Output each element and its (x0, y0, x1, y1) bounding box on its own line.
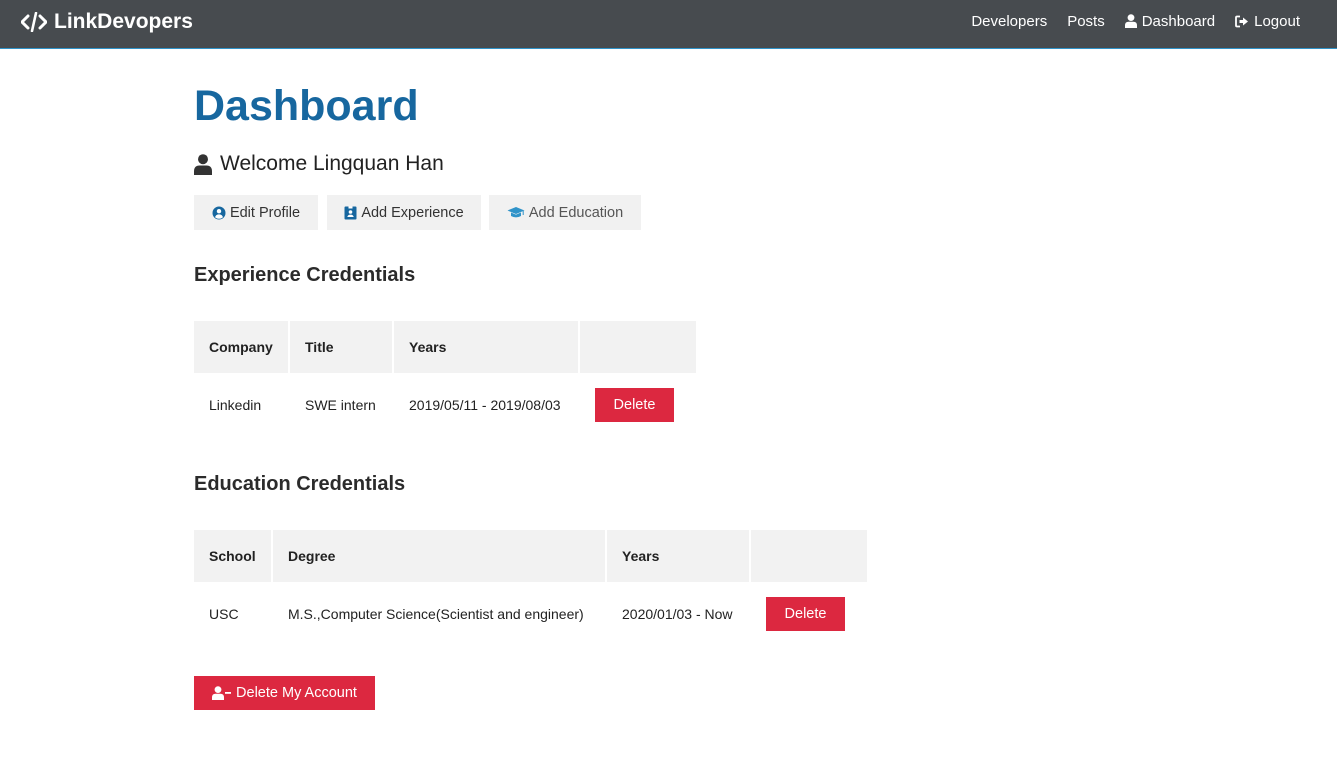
welcome-text: Welcome Lingquan Han (220, 152, 444, 175)
nav-posts[interactable]: Posts (1067, 13, 1105, 30)
user-circle-icon (212, 206, 226, 220)
edit-profile-button[interactable]: Edit Profile (194, 195, 318, 230)
add-education-label: Add Education (528, 204, 624, 221)
experience-company: Linkedin (209, 397, 262, 413)
delete-experience-button[interactable]: Delete (595, 388, 674, 422)
nav-logout[interactable]: Logout (1235, 13, 1300, 30)
column-header-title: Title (290, 321, 394, 373)
delete-account-label: Delete My Account (236, 685, 357, 701)
education-actions-cell: Delete (751, 582, 867, 646)
table-row: USC M.S.,Computer Science(Scientist and … (194, 582, 867, 646)
nav-posts-label: Posts (1067, 12, 1105, 30)
education-degree: M.S.,Computer Science(Scientist and engi… (288, 606, 584, 622)
id-badge-icon (344, 206, 357, 220)
brand-text: LinkDevopers (54, 10, 193, 33)
education-school: USC (209, 606, 239, 622)
edit-profile-label: Edit Profile (229, 204, 301, 221)
page-title: Dashboard (194, 82, 419, 130)
experience-table: Company Title Years Linkedin SWE intern … (194, 321, 696, 437)
sign-out-icon (1235, 15, 1249, 28)
experience-heading: Experience Credentials (194, 264, 416, 286)
experience-title: SWE intern (305, 397, 376, 413)
column-header-years: Years (394, 321, 580, 373)
nav-dashboard-label: Dashboard (1141, 12, 1216, 30)
education-heading: Education Credentials (194, 473, 406, 495)
add-experience-button[interactable]: Add Experience (327, 195, 481, 230)
column-header-years: Years (607, 530, 751, 582)
welcome-message: Welcome Lingquan Han (194, 151, 444, 177)
table-row: Linkedin SWE intern 2019/05/11 - 2019/08… (194, 373, 696, 437)
nav-developers-label: Developers (971, 12, 1048, 30)
education-years: 2020/01/03 - Now (622, 606, 733, 622)
table-header-row: Company Title Years (194, 321, 696, 373)
nav-links: Developers Posts Dashboard Logout (951, 12, 1300, 30)
experience-years: 2019/05/11 - 2019/08/03 (409, 397, 561, 413)
column-header-degree: Degree (273, 530, 607, 582)
user-minus-icon (212, 686, 232, 700)
delete-account-button[interactable]: Delete My Account (194, 676, 375, 710)
experience-actions-cell: Delete (580, 373, 696, 437)
nav-dashboard[interactable]: Dashboard (1124, 12, 1216, 30)
column-header-school: School (194, 530, 273, 582)
column-header-actions (580, 321, 696, 373)
add-experience-label: Add Experience (361, 204, 464, 221)
brand-link[interactable]: LinkDevopers (21, 10, 193, 34)
add-education-button[interactable]: Add Education (489, 195, 641, 230)
column-header-company: Company (194, 321, 290, 373)
nav-developers[interactable]: Developers (971, 13, 1047, 30)
graduation-cap-icon (507, 206, 525, 219)
nav-logout-label: Logout (1254, 12, 1300, 30)
user-icon (194, 153, 212, 175)
column-header-actions (751, 530, 867, 582)
code-icon (21, 12, 47, 32)
navbar: LinkDevopers Developers Posts Dashboard (0, 0, 1337, 49)
delete-education-button[interactable]: Delete (766, 597, 845, 631)
table-header-row: School Degree Years (194, 530, 867, 582)
user-icon (1124, 14, 1137, 28)
education-table: School Degree Years USC M.S.,Computer Sc… (194, 530, 867, 646)
